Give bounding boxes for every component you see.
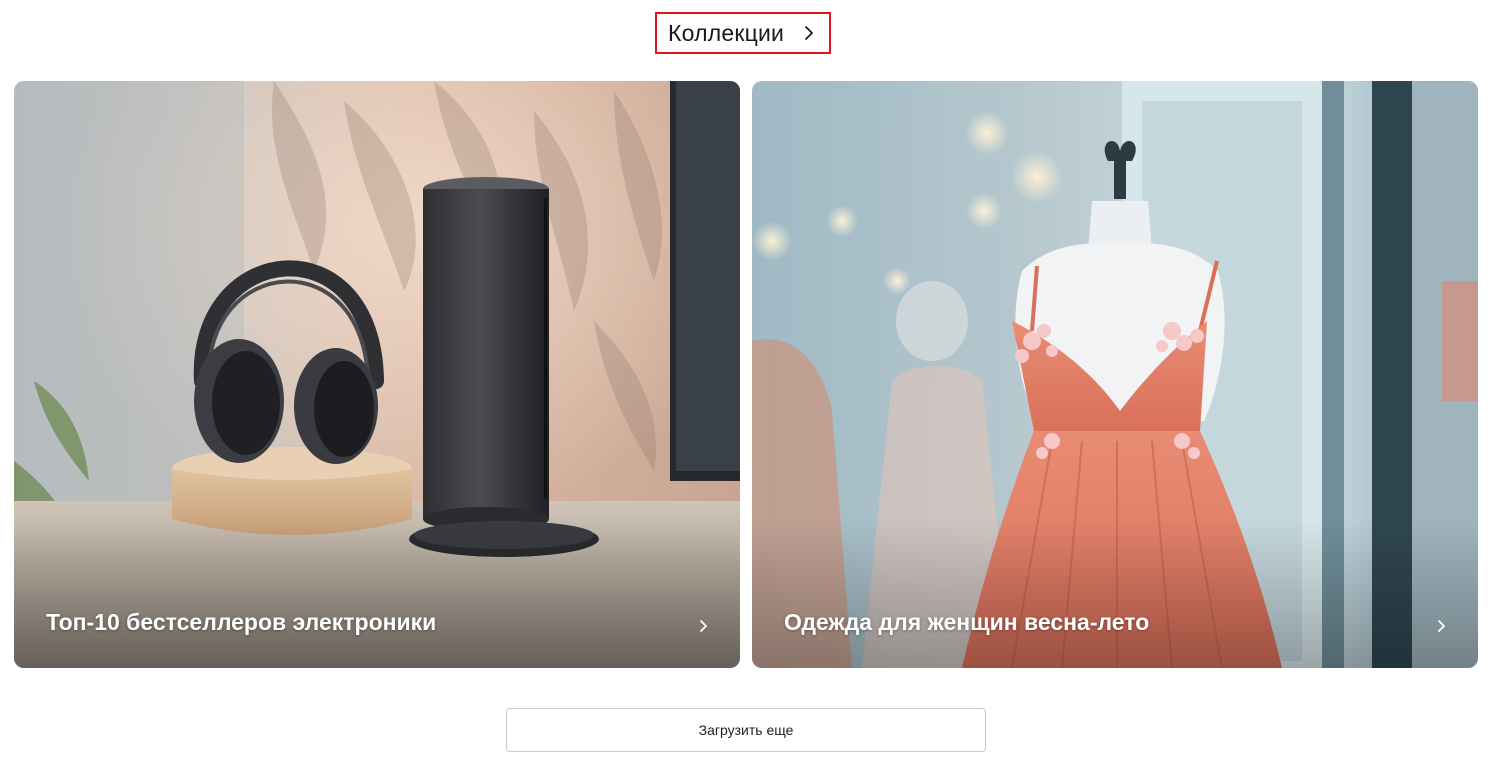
card-shade [752,518,1478,668]
load-more-button[interactable]: Загрузить еще [506,708,986,752]
card-shade [14,518,740,668]
chevron-right-icon [698,617,710,635]
chevron-right-icon [802,24,816,42]
collections-page: Коллекции Топ-10 бестселлеров электроник… [0,0,1500,760]
collection-card-electronics[interactable]: Топ-10 бестселлеров электроники [14,81,740,668]
collections-header-link[interactable]: Коллекции [655,12,831,54]
collection-card-title: Топ-10 бестселлеров электроники [46,609,437,635]
collection-card-title: Одежда для женщин весна-лето [784,609,1150,635]
chevron-right-icon [1436,617,1448,635]
collection-card-womens-clothing[interactable]: Одежда для женщин весна-лето [752,81,1478,668]
collections-title: Коллекции [668,19,785,46]
collections-grid: Топ-10 бестселлеров электроники Одежда д… [14,81,1478,668]
